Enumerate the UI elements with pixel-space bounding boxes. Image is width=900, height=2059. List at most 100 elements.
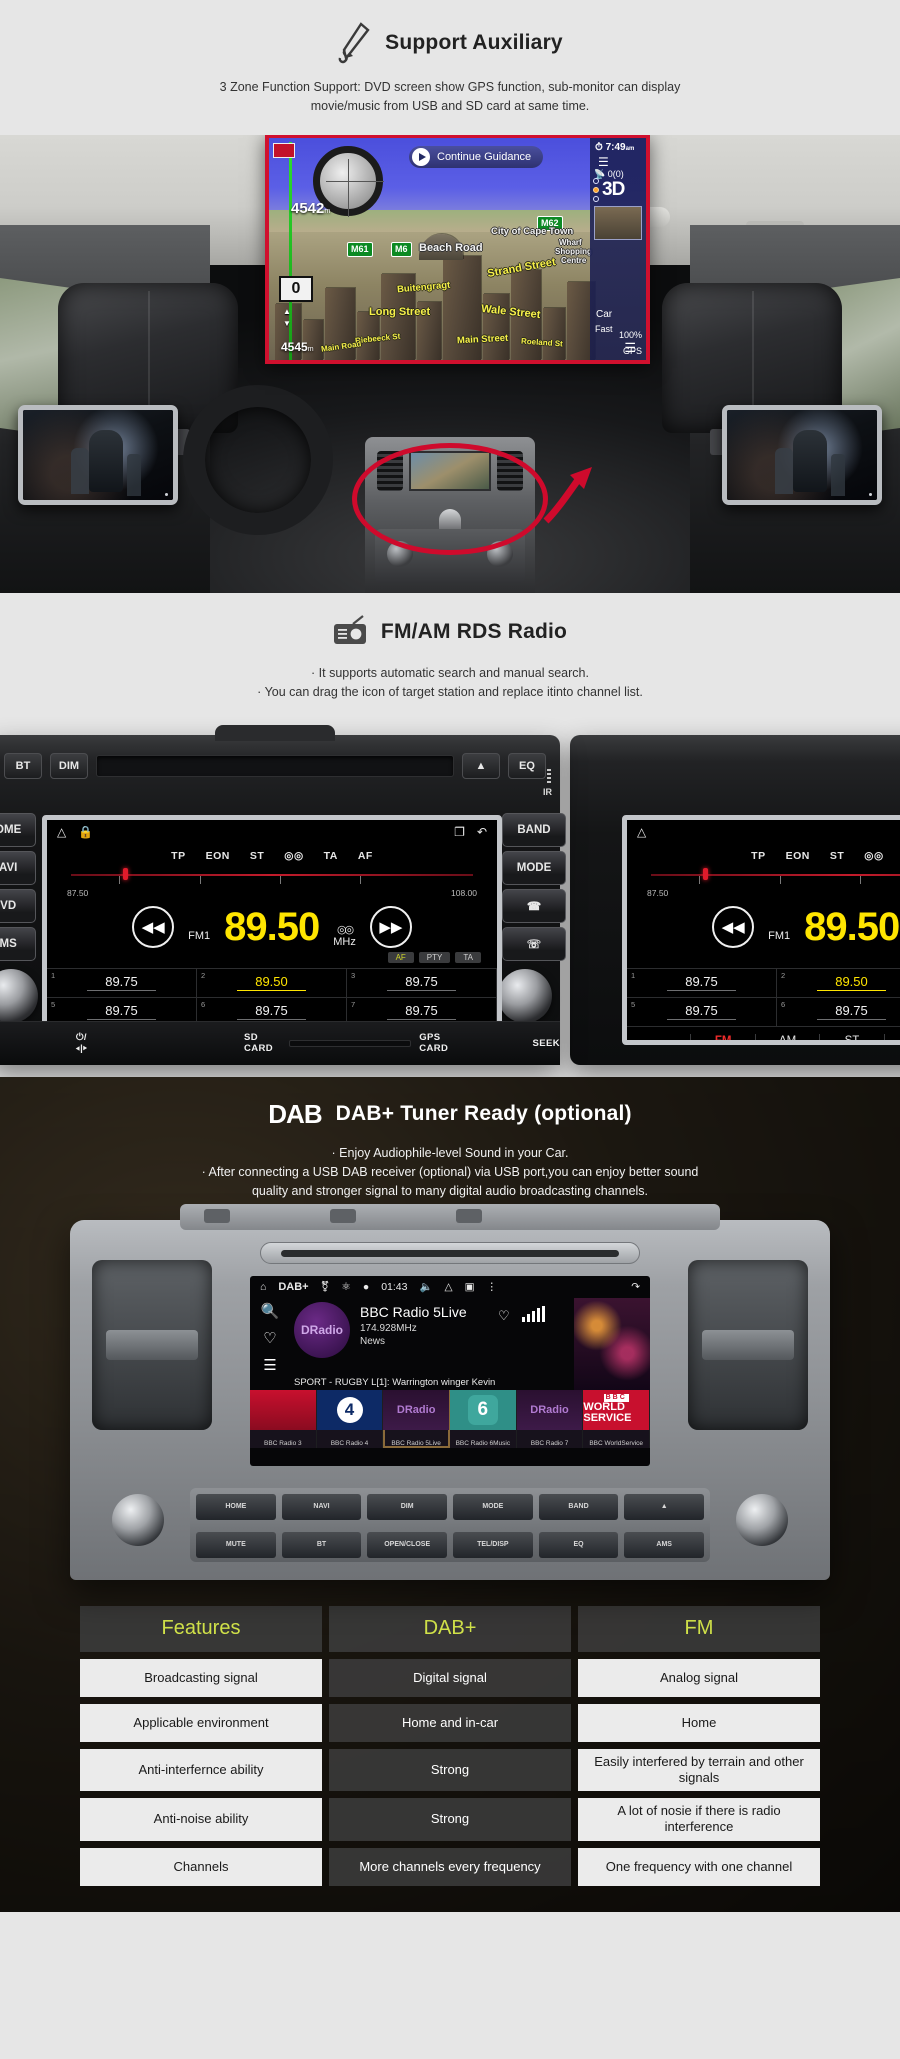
dash-knob-left[interactable] [112, 1493, 164, 1546]
desc-line-2: movie/music from USB and SD card at same… [310, 99, 590, 114]
dash-bt-button[interactable]: BT [281, 1531, 362, 1558]
back-icon[interactable]: ↷ [631, 1281, 640, 1293]
lcd-screen-main[interactable]: △ 🔒 ❐ ↶ TP EON ST ◎◎ TA AF 87.50 108.00 … [42, 814, 502, 1045]
remaining-distance-value: 4542 [291, 199, 325, 217]
total-distance: 4545m [281, 339, 314, 354]
head-unit-main: BT DIM ▲ EQ IR HOME NAVI DVD AMS BAND MO… [0, 724, 566, 1065]
back-icon[interactable]: ↶ [477, 825, 487, 839]
dvd-hard-button[interactable]: DVD [0, 888, 36, 923]
favorite-icon[interactable]: ♡ [263, 1329, 276, 1347]
gps-status-rail: ⏱ 7:49am ☰ 📡 0(0) 3D Car Fast [590, 137, 646, 360]
tuner-needle[interactable] [123, 867, 129, 880]
dab-preset-row: 0/0 ♥ BBC Radio 3 0/0 ♥ 4 BBC Radio 4 0/… [250, 1389, 650, 1448]
tune-down-button[interactable]: ◀◀ [712, 905, 755, 948]
pty-chip[interactable]: PTY [418, 951, 451, 963]
ams-hard-button[interactable]: AMS [0, 926, 36, 961]
volume-icon[interactable]: 🔈 [419, 1280, 432, 1293]
usb-icon: ⚧ [320, 1280, 330, 1293]
search-icon[interactable]: 🔍 [261, 1302, 280, 1320]
compass-widget[interactable] [271, 137, 439, 238]
eject-icon[interactable]: △ [445, 1281, 453, 1293]
bluetooth-icon: ⚛ [341, 1280, 351, 1293]
view-mode-radios[interactable] [593, 177, 601, 205]
home-icon[interactable]: ⌂ [260, 1281, 266, 1293]
dab-preset[interactable]: 0/0 ♥ BBCWORLD SERVICE BBC WorldService [583, 1389, 650, 1448]
dash-button-bank: HOME NAVI DIM MODE BAND ▲ MUTE BT OPEN/C… [190, 1487, 710, 1562]
more-options-icon[interactable]: ⋮ [487, 1281, 498, 1293]
search-icon[interactable]: 🔍 [885, 1034, 900, 1040]
table-row: Applicable environment [80, 1703, 322, 1742]
dab-mode-label: DAB+ [278, 1280, 309, 1293]
favorite-icon[interactable]: ♡ [498, 1308, 510, 1324]
bt-button[interactable]: BT [4, 752, 42, 779]
preset-button[interactable]: 3 89.75 [347, 968, 497, 998]
dash-openclose-button[interactable]: OPEN/CLOSE [367, 1531, 448, 1558]
dash-mode-button[interactable]: MODE [453, 1493, 533, 1520]
table-row: Strong [329, 1748, 571, 1792]
phone-hard-button[interactable]: ☎ [502, 888, 566, 923]
dab-side-rail: 🔍 ♡ ☰ [250, 1298, 290, 1390]
tune-down-button[interactable]: ◀◀ [132, 905, 175, 948]
mode-hard-button[interactable]: MODE [502, 850, 566, 885]
menu-icon[interactable]: ☰ [624, 340, 636, 356]
dab-preset[interactable]: 0/0 ♥ DRadio BBC Radio 7 [516, 1389, 584, 1448]
af-chip[interactable]: AF [387, 951, 414, 963]
tune-up-button[interactable]: ▶▶ [369, 905, 412, 948]
gps-navigation-screen[interactable]: M61 M6 M62 City of Cape Town Beach Road … [265, 134, 650, 364]
view-mode-label[interactable]: 3D [602, 179, 625, 201]
power-volume-knob[interactable] [0, 968, 38, 1023]
dash-mute-button[interactable]: MUTE [196, 1531, 276, 1558]
preset-button[interactable]: 1 89.75 [47, 968, 197, 998]
dab-preset[interactable]: 0/0 ♥ 4 BBC Radio 4 [316, 1389, 384, 1448]
map-label: Main Street [456, 332, 509, 347]
dash-eject-button[interactable]: ▲ [624, 1493, 705, 1520]
power-volume-label: ⏻/◂|▸ [76, 1032, 88, 1054]
home-icon[interactable]: △ [57, 825, 66, 839]
steering-wheel [183, 384, 333, 535]
equalizer-icon[interactable]: ⚌ [627, 1034, 690, 1040]
menu-list-icon[interactable]: ☰ [598, 156, 609, 168]
navi-hard-button[interactable]: NAVI [0, 850, 36, 885]
desc-line-1: · Enjoy Audiophile-level Sound in your C… [331, 1145, 569, 1160]
dab-preset[interactable]: 0/0 ♥ 6 BBC Radio 6Music [450, 1389, 517, 1448]
map-label: City of Cape Town [491, 225, 574, 237]
dash-home-button[interactable]: HOME [196, 1493, 276, 1520]
gps-left-icons: ▲ ▼ [283, 306, 291, 328]
preset-button[interactable]: 2 89.50 [197, 968, 347, 998]
dab-preset-selected[interactable]: 0/0 ♥ DRadio BBC Radio 5Live [383, 1389, 451, 1448]
eq-button[interactable]: EQ [508, 752, 546, 779]
dash-knob-right[interactable] [736, 1493, 788, 1546]
station-logo: DRadio [294, 1301, 350, 1358]
dab-lcd-screen[interactable]: ⌂ DAB+ ⚧ ⚛ ● 01:43 🔈 △ ▣ ⋮ ↷ 🔍 ♡ ☰ DRadi… [250, 1275, 650, 1466]
station-list-icon[interactable]: ☰ [263, 1356, 276, 1374]
seek-knob[interactable] [498, 968, 552, 1023]
dash-teldisp-button[interactable]: TEL/DISP [453, 1531, 533, 1558]
screen-icon[interactable]: ▣ [465, 1281, 475, 1293]
ta-chip[interactable]: TA [455, 951, 481, 963]
table-row: Digital signal [329, 1658, 571, 1697]
dash-ams-button[interactable]: AMS [624, 1531, 705, 1558]
dash-eq-button[interactable]: EQ [538, 1531, 619, 1558]
cd-slot [260, 1241, 640, 1264]
continue-guidance-button[interactable]: Continue Guidance [409, 145, 544, 168]
dash-dim-button[interactable]: DIM [367, 1493, 448, 1520]
dab-preset[interactable]: 0/0 ♥ BBC Radio 3 [250, 1389, 317, 1448]
map-label: Shopping [555, 246, 592, 256]
headrest-monitor-left [18, 404, 178, 505]
recent-apps-icon[interactable]: ❐ [454, 825, 465, 839]
air-vent-right [688, 1259, 808, 1430]
dim-button[interactable]: DIM [50, 752, 88, 779]
continue-guidance-label: Continue Guidance [437, 150, 532, 163]
eject-button[interactable]: ▲ [462, 752, 500, 779]
rds-chip-row: AF PTY TA [63, 951, 481, 963]
map-thumbnail[interactable] [594, 205, 642, 240]
tuner-slider[interactable] [71, 867, 473, 886]
home-hard-button[interactable]: HOME [0, 812, 36, 847]
desc-line-3: quality and stronger signal to many digi… [251, 1184, 649, 1199]
rds-flag-eon: EON [205, 849, 230, 862]
rds-flag-stereo: ◎◎ [284, 849, 304, 862]
hangup-hard-button[interactable]: ☏ [502, 926, 566, 961]
dash-band-button[interactable]: BAND [538, 1493, 619, 1520]
dash-navi-button[interactable]: NAVI [281, 1493, 362, 1520]
band-hard-button[interactable]: BAND [502, 812, 566, 847]
